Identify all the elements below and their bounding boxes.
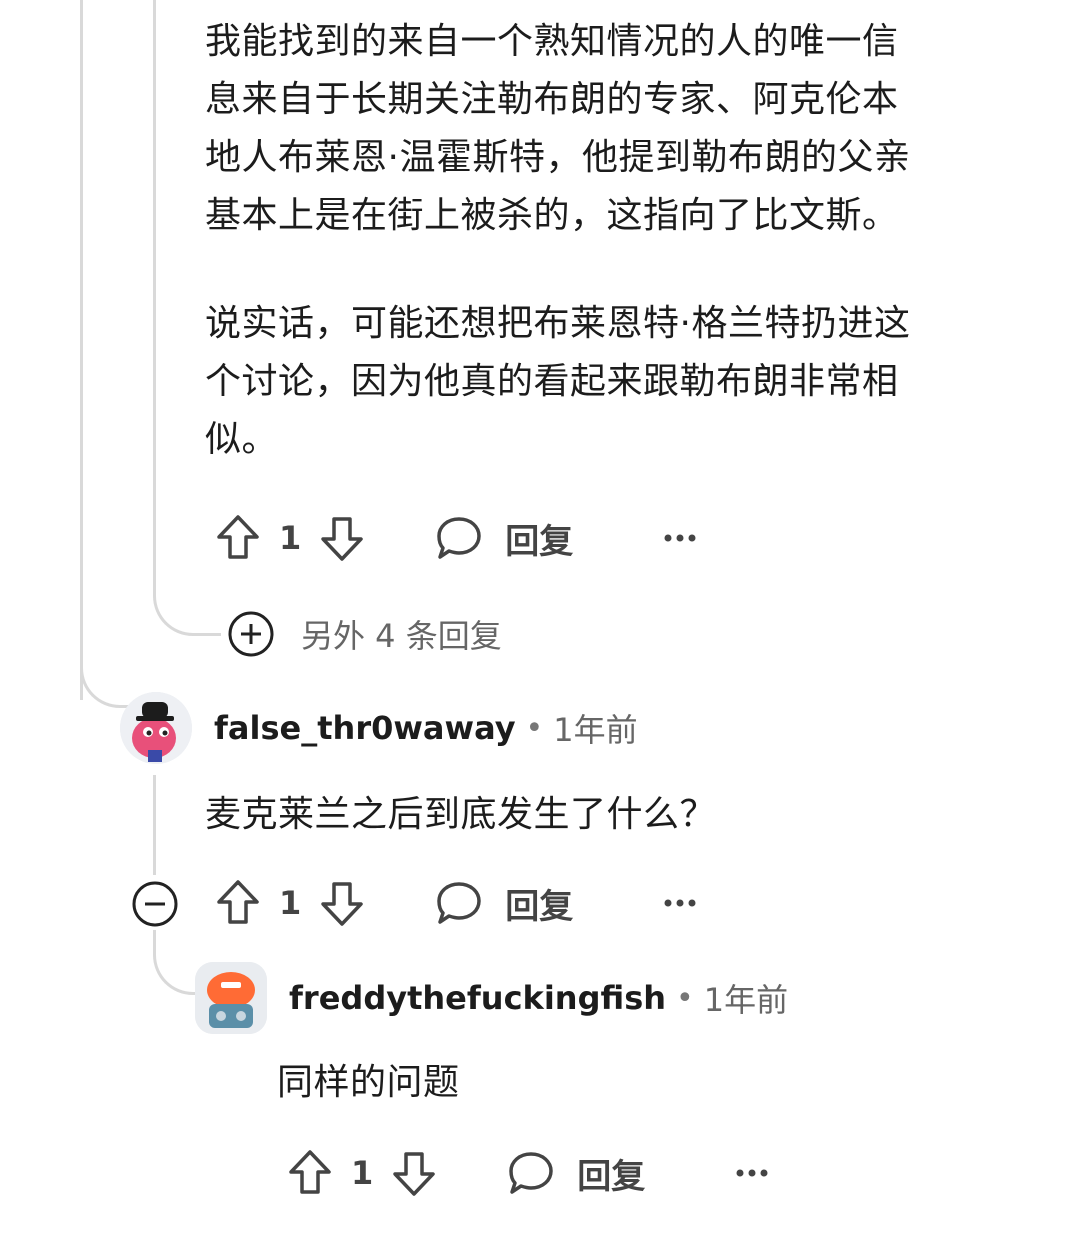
timestamp: 1年前 (553, 711, 638, 749)
ellipsis-icon (736, 1169, 768, 1177)
text-line: 个讨论，因为他真的看起来跟勒布朗非常相 (205, 361, 899, 402)
more-options-button[interactable] (663, 533, 697, 543)
arrow-up-icon (289, 1150, 331, 1194)
more-options-button[interactable] (735, 1168, 769, 1178)
downvote-button[interactable] (319, 878, 365, 928)
arrow-up-icon (217, 880, 259, 924)
arrow-down-icon (321, 882, 364, 926)
text-line: 同样的问题 (277, 1062, 460, 1103)
reply-button[interactable]: 回复 (507, 1149, 645, 1198)
comment-body: 麦克莱兰之后到底发生了什么？ (205, 786, 716, 844)
reply-button[interactable]: 回复 (435, 514, 573, 563)
reply-label: 回复 (577, 1156, 646, 1197)
username[interactable]: false_thr0waway (214, 709, 516, 747)
reply-button[interactable]: 回复 (435, 879, 573, 928)
ellipsis-icon (664, 899, 696, 907)
avatar-icon (195, 962, 267, 1034)
plus-circle-icon (228, 611, 274, 657)
more-options-button[interactable] (663, 898, 697, 908)
reply-label: 回复 (505, 886, 574, 927)
action-bar: 1 回复 (287, 1143, 769, 1203)
text-line: 我能找到的来自一个熟知情况的人的唯一信 (205, 21, 899, 62)
downvote-button[interactable] (391, 1148, 437, 1198)
arrow-up-icon (217, 515, 259, 559)
upvote-button[interactable] (287, 1148, 333, 1198)
vote-count: 1 (279, 519, 302, 557)
timestamp: 1年前 (703, 981, 789, 1019)
collapse-thread-button[interactable] (131, 880, 179, 928)
comment-header: freddythefuckingfish • 1年前 (195, 962, 788, 1034)
upvote-button[interactable] (215, 878, 261, 928)
text-line: 地人布莱恩·温霍斯特，他提到勒布朗的父亲 (205, 137, 911, 178)
more-replies-link[interactable]: 另外 4 条回复 (227, 610, 502, 658)
action-bar: 1 回复 (215, 873, 697, 933)
text-line: 息来自于长期关注勒布朗的专家、阿克伦本 (205, 79, 899, 120)
upvote-button[interactable] (215, 513, 261, 563)
avatar-icon (120, 692, 192, 764)
speech-bubble-icon (509, 1152, 554, 1194)
vote-count: 1 (279, 884, 302, 922)
speech-bubble-icon (437, 882, 482, 924)
avatar[interactable] (120, 692, 192, 764)
arrow-down-icon (321, 517, 364, 561)
thread-line-comment2 (153, 775, 156, 875)
text-line: 麦克莱兰之后到底发生了什么？ (205, 794, 717, 835)
arrow-down-icon (393, 1152, 436, 1196)
text-line: 基本上是在街上被杀的，这指向了比文斯。 (205, 195, 899, 236)
vote-count: 1 (351, 1154, 374, 1192)
ellipsis-icon (664, 534, 696, 542)
username[interactable]: freddythefuckingfish (289, 979, 666, 1017)
reply-label: 回复 (505, 521, 574, 562)
comment-body-top: 我能找到的来自一个熟知情况的人的唯一信 息来自于长期关注勒布朗的专家、阿克伦本 … (205, 13, 1025, 469)
thread-line-comment2-curve (153, 930, 201, 995)
action-bar-top: 1 回复 (215, 508, 697, 568)
separator-dot: • (676, 980, 694, 1016)
comment-header: false_thr0waway • 1年前 (120, 692, 638, 764)
comment-body: 同样的问题 (277, 1054, 460, 1112)
minus-circle-icon (132, 881, 178, 927)
separator-dot: • (525, 710, 544, 746)
avatar[interactable] (195, 962, 267, 1034)
speech-bubble-icon (437, 517, 482, 559)
more-replies-label: 另外 4 条回复 (301, 617, 502, 655)
downvote-button[interactable] (319, 513, 365, 563)
thread-line-outer (80, 0, 83, 700)
text-line: 说实话，可能还想把布莱恩特·格兰特扔进这 (205, 303, 911, 344)
text-line: 似。 (205, 419, 279, 460)
